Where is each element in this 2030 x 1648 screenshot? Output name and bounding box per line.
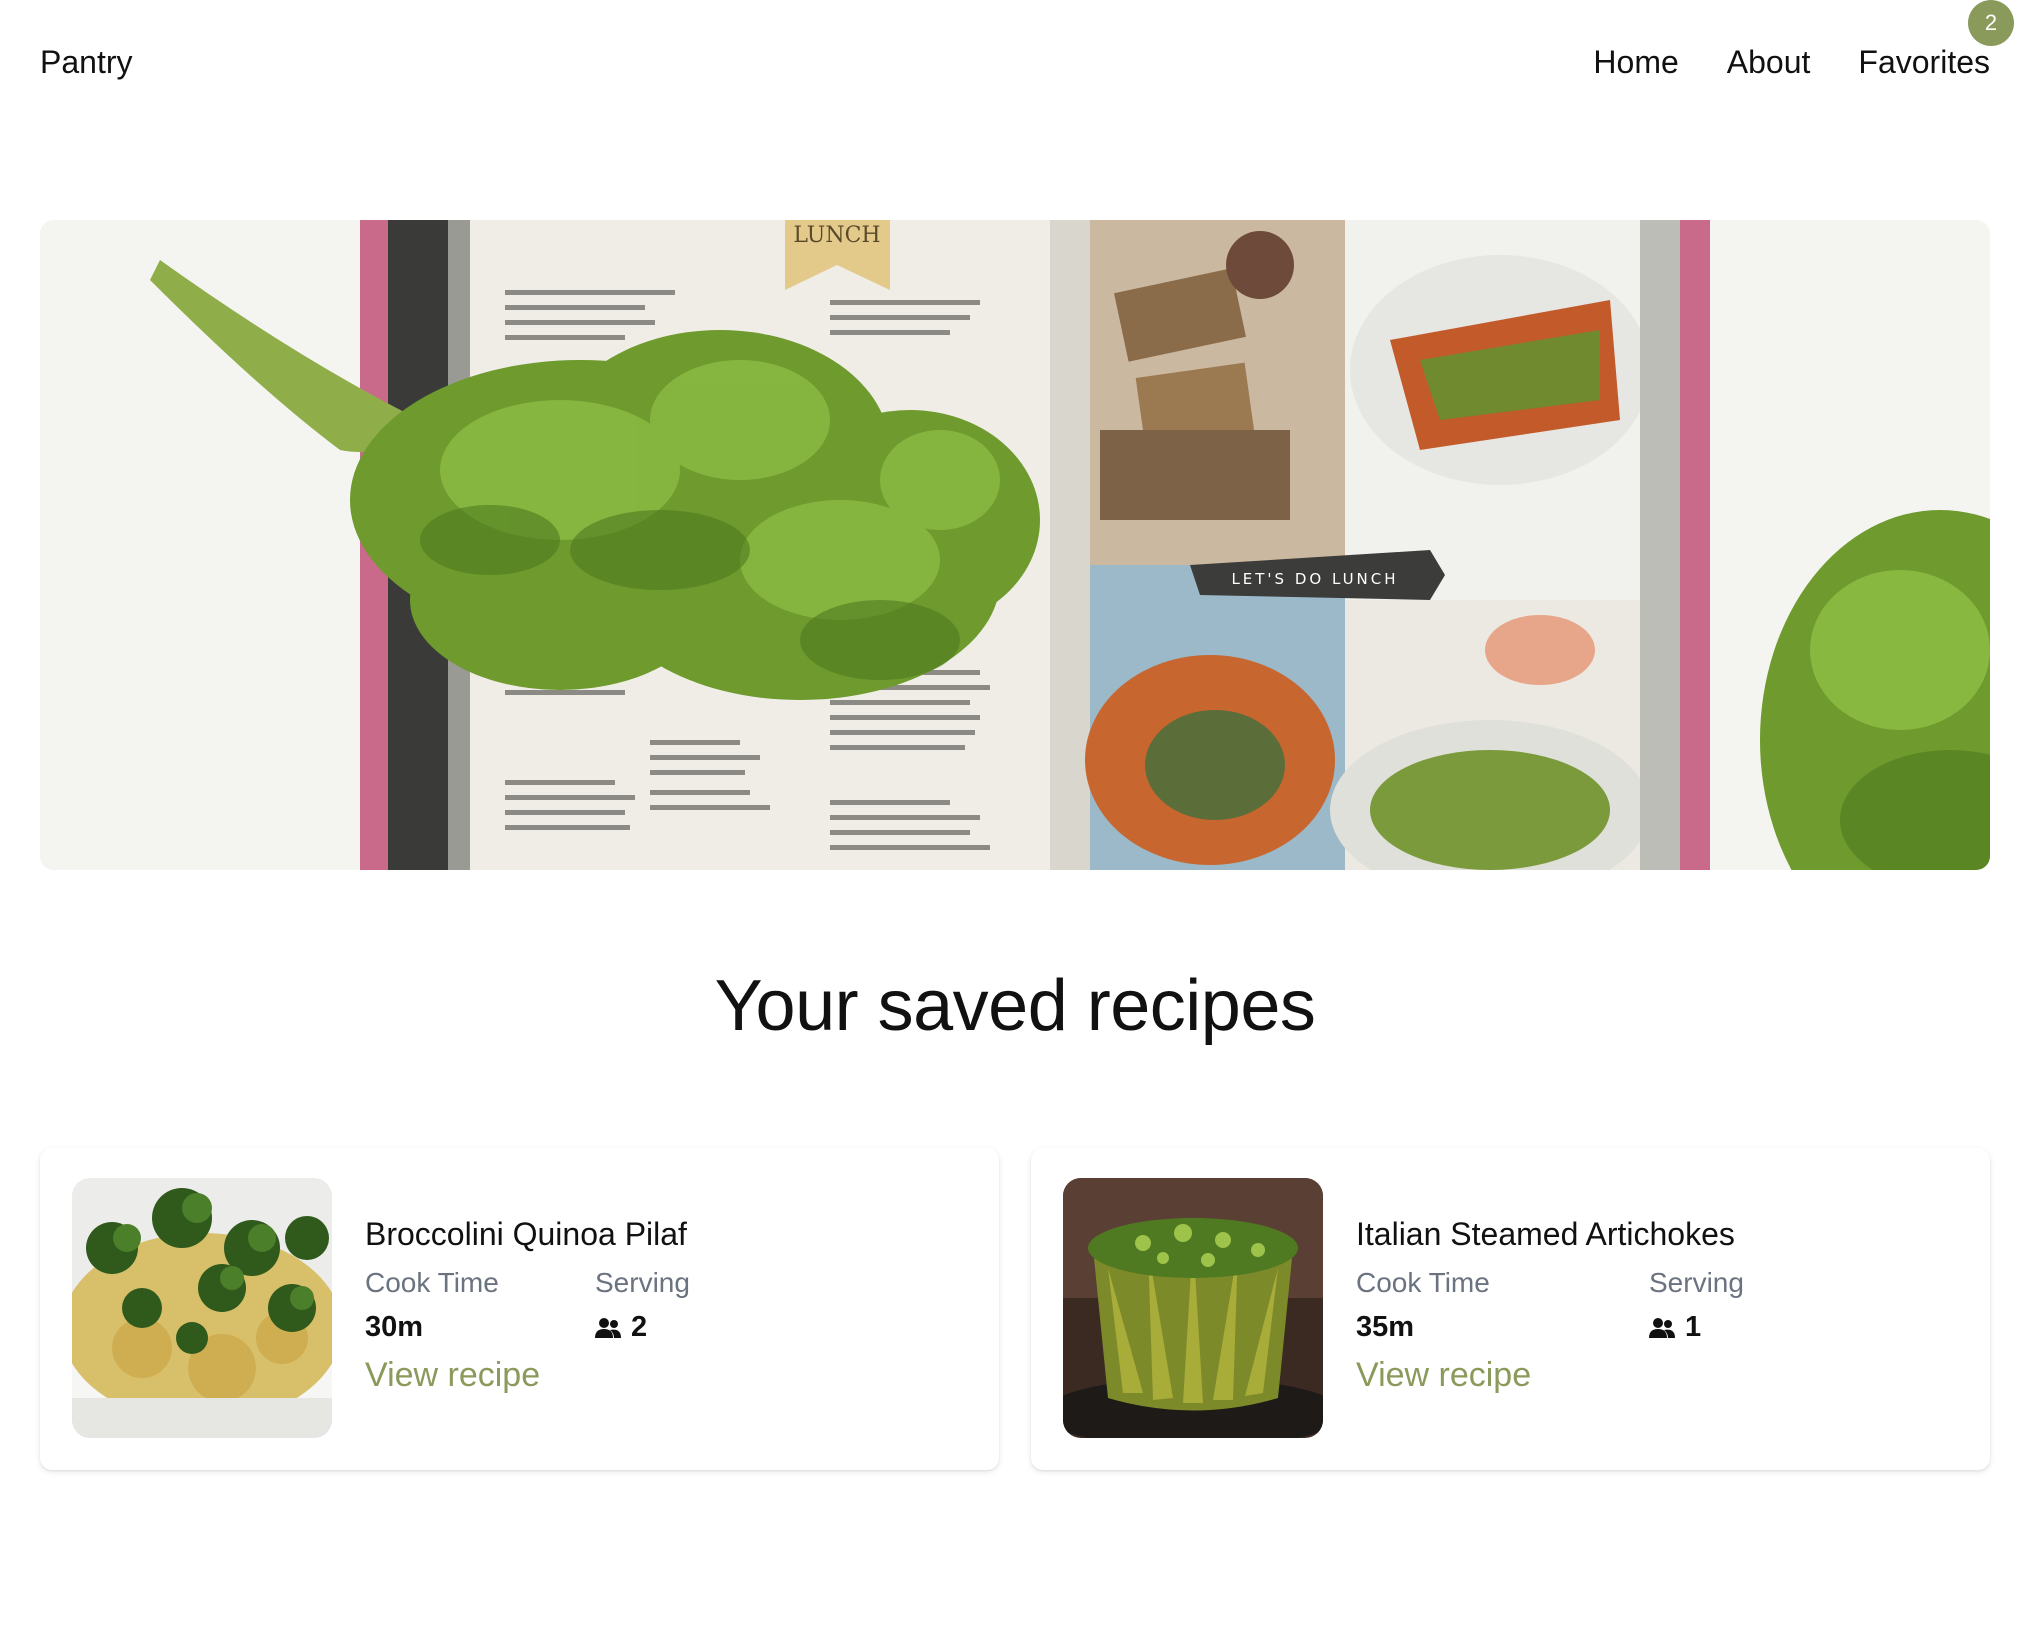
serving-value: 1 (1685, 1311, 1702, 1343)
nav-about[interactable]: About (1727, 44, 1811, 81)
serving-block: Serving 2 (595, 1267, 690, 1344)
cook-time-label: Cook Time (1356, 1267, 1490, 1298)
recipe-card-body: Broccolini Quinoa Pilaf Cook Time 30m Se… (365, 1216, 690, 1395)
cook-time-label: Cook Time (365, 1267, 499, 1298)
main-nav: Home About Favorites 2 (1593, 0, 2014, 81)
people-icon (595, 1317, 621, 1338)
page: Pantry Home About Favorites 2 LUNCH LET'… (0, 0, 2030, 1648)
recipe-title: Broccolini Quinoa Pilaf (365, 1216, 687, 1252)
site-header: Pantry Home About Favorites 2 (0, 0, 2030, 130)
book-heading-text: LUNCH (793, 223, 880, 248)
nav-favorites[interactable]: Favorites 2 (1858, 0, 2014, 81)
serving-label: Serving (595, 1267, 690, 1298)
nav-favorites-label: Favorites (1858, 44, 1990, 80)
recipe-card-body: Italian Steamed Artichokes Cook Time 35m… (1356, 1216, 1744, 1395)
brand-logo-link[interactable]: Pantry (40, 44, 132, 81)
cook-time-value: 35m (1356, 1311, 1415, 1343)
recipe-list: Broccolini Quinoa Pilaf Cook Time 30m Se… (40, 1148, 1990, 1470)
recipe-image-italian-artichokes[interactable] (1063, 1178, 1323, 1438)
serving-value-row: 1 (1649, 1311, 1744, 1344)
recipe-meta: Cook Time 35m Serving 1 (1356, 1267, 1744, 1344)
nav-home[interactable]: Home (1593, 44, 1678, 81)
recipe-card: Italian Steamed Artichokes Cook Time 35m… (1031, 1148, 1990, 1470)
page-title: Your saved recipes (714, 966, 1316, 1046)
cook-time-block: Cook Time 35m (1356, 1267, 1649, 1344)
cookbook-illustration: LUNCH LET'S DO LUNCH (40, 220, 1990, 870)
recipe-card: Broccolini Quinoa Pilaf Cook Time 30m Se… (40, 1148, 999, 1470)
hero-image: LUNCH LET'S DO LUNCH (40, 220, 1990, 870)
serving-label: Serving (1649, 1267, 1744, 1298)
serving-value: 2 (631, 1311, 648, 1343)
recipe-meta: Cook Time 30m Serving 2 (365, 1267, 690, 1344)
people-icon (1649, 1317, 1675, 1338)
cook-time-value: 30m (365, 1311, 424, 1343)
serving-block: Serving 1 (1649, 1267, 1744, 1344)
recipe-title: Italian Steamed Artichokes (1356, 1216, 1735, 1252)
view-recipe-link[interactable]: View recipe (365, 1356, 540, 1395)
recipe-image-broccolini-quinoa[interactable] (72, 1178, 332, 1438)
cook-time-block: Cook Time 30m (365, 1267, 595, 1344)
view-recipe-link[interactable]: View recipe (1356, 1356, 1531, 1395)
banner-text: LET'S DO LUNCH (1231, 570, 1398, 588)
favorites-count-badge: 2 (1968, 0, 2014, 46)
serving-value-row: 2 (595, 1311, 690, 1344)
